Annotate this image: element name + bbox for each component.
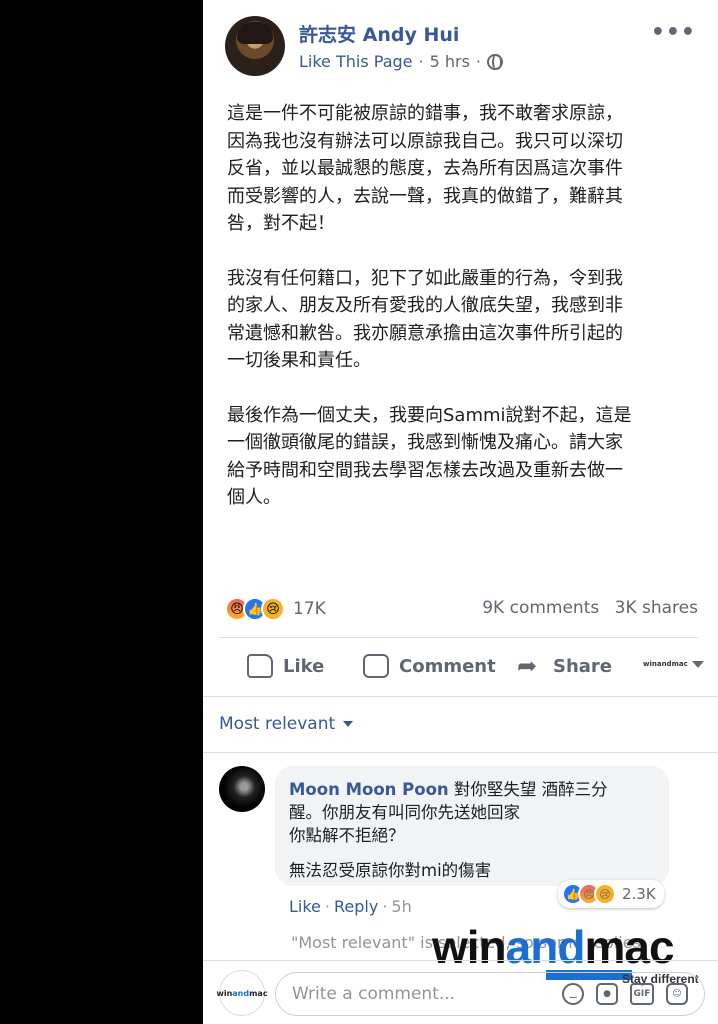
comment-label: Comment: [399, 655, 496, 677]
watermark-text: winandmac: [432, 921, 675, 973]
divider: [219, 637, 699, 638]
post-header: 許志安 Andy Hui Like This Page · 5 hrs · ••…: [203, 0, 718, 90]
engagement-counts: 9K comments 3K shares: [482, 598, 698, 618]
comment-sort-dropdown[interactable]: Most relevant: [219, 714, 354, 734]
sticker-icon[interactable]: ☺: [666, 983, 688, 1005]
divider: [203, 696, 718, 697]
page-avatar[interactable]: [225, 16, 285, 76]
commenter-avatar[interactable]: [219, 766, 265, 812]
page-name-link[interactable]: 許志安 Andy Hui: [299, 20, 459, 47]
comment-like-link[interactable]: Like: [289, 897, 321, 916]
camera-icon[interactable]: ●: [596, 983, 618, 1005]
sad-reaction-icon: 😢: [261, 597, 285, 621]
comment-reaction-count: 2.3K: [622, 885, 656, 903]
post-as-selector[interactable]: winandmac: [643, 660, 704, 668]
background-black-area: [0, 0, 203, 1024]
separator: ·: [382, 897, 388, 916]
like-this-page-link[interactable]: Like This Page: [299, 52, 413, 71]
share-label: Share: [553, 655, 613, 677]
comment-reactions[interactable]: 👍 😠 😢 2.3K: [558, 880, 664, 908]
chevron-down-icon: [691, 660, 704, 668]
reactions-summary[interactable]: 😠 👍 😢 17K: [225, 596, 326, 622]
share-arrow-icon: ➦: [517, 652, 538, 680]
comment-author-link[interactable]: Moon Moon Poon: [289, 780, 449, 799]
post-paragraph: 我沒有任何籍口，犯下了如此嚴重的行為，令到我 的家人、朋友及所有愛我的人徹底失望…: [227, 267, 623, 372]
divider: [203, 960, 718, 961]
sad-reaction-icon: 😢: [594, 883, 616, 905]
divider: [203, 752, 718, 753]
comment-actions: Like · Reply · 5h: [289, 897, 412, 916]
comment-bubble-icon: [363, 654, 389, 678]
page-logo-icon: winandmac: [643, 660, 688, 668]
facebook-post: 許志安 Andy Hui Like This Page · 5 hrs · ••…: [203, 0, 718, 1024]
emoji-icon[interactable]: ‿: [562, 983, 584, 1005]
like-label: Like: [283, 655, 325, 677]
chevron-down-icon: [343, 721, 354, 727]
like-button[interactable]: Like: [247, 654, 324, 678]
post-time[interactable]: 5 hrs: [430, 52, 470, 71]
comment-reply-link[interactable]: Reply: [334, 897, 378, 916]
reaction-count: 17K: [293, 599, 326, 619]
comment-composer[interactable]: Write a comment... ‿ ● GIF ☺: [275, 972, 705, 1016]
post-paragraph: 最後作為一個丈夫，我要向Sammi說對不起，這是 一個徹頭徹尾的錯誤，我感到慚愧…: [227, 404, 632, 509]
comment-text-part2: 無法忍受原諒你對mi的傷害: [289, 861, 492, 880]
comment-input-placeholder[interactable]: Write a comment...: [292, 984, 562, 1004]
meta-separator: ·: [418, 52, 424, 71]
shares-count-link[interactable]: 3K shares: [615, 598, 698, 618]
post-meta: Like This Page · 5 hrs ·: [299, 52, 504, 71]
post-paragraph: 這是一件不可能被原諒的錯事，我不敢奢求原諒， 因為我也沒有辦法可以原諒我自己。我…: [227, 103, 623, 234]
separator: ·: [324, 897, 330, 916]
comment-button[interactable]: Comment: [363, 654, 496, 678]
comment-text: Moon Moon Poon 對你堅失望 酒醉三分 醒。你朋友有叫同你先送她回家…: [289, 778, 655, 847]
more-options-icon[interactable]: •••: [651, 20, 696, 45]
post-body: 這是一件不可能被原諒的錯事，我不敢奢求原諒， 因為我也沒有辦法可以原諒我自己。我…: [227, 100, 687, 539]
meta-separator-2: ·: [475, 52, 482, 71]
user-avatar[interactable]: win and mac: [216, 970, 268, 1016]
comment-time[interactable]: 5h: [391, 897, 411, 916]
sort-label: Most relevant: [219, 714, 336, 734]
composer-icons: ‿ ● GIF ☺: [562, 983, 688, 1005]
post-action-bar: Like Comment ➦ Share winandmac: [203, 644, 718, 690]
globe-icon: [487, 53, 504, 70]
gif-icon[interactable]: GIF: [630, 983, 654, 1005]
thumbs-up-icon: [247, 654, 273, 678]
share-button[interactable]: ➦ Share: [517, 654, 612, 678]
comments-count-link[interactable]: 9K comments: [482, 598, 599, 618]
comment-bubble: Moon Moon Poon 對你堅失望 酒醉三分 醒。你朋友有叫同你先送她回家…: [275, 766, 669, 886]
